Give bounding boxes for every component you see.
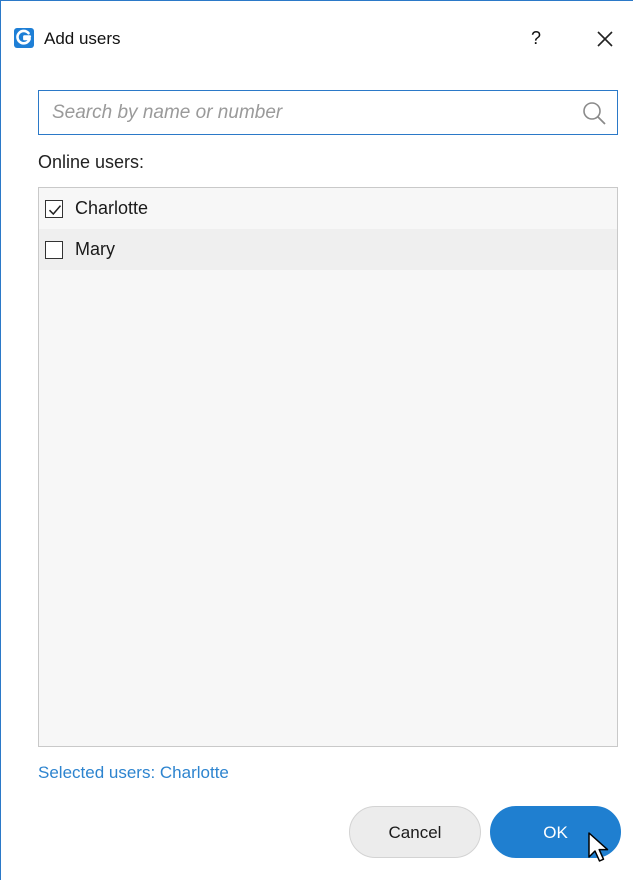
- search-icon[interactable]: [581, 100, 607, 126]
- close-icon: [597, 31, 613, 47]
- selected-users-prefix: Selected users:: [38, 763, 160, 782]
- online-users-list[interactable]: Charlotte Mary: [38, 187, 618, 747]
- checkbox-charlotte[interactable]: [45, 200, 63, 218]
- list-item-charlotte[interactable]: Charlotte: [39, 188, 617, 229]
- app-logo-icon: [14, 28, 34, 48]
- checkbox-mary[interactable]: [45, 241, 63, 259]
- add-users-dialog: Add users ? Online users: Charlotte: [0, 0, 633, 880]
- list-item-label: Charlotte: [75, 198, 149, 218]
- checkmark-icon: [48, 205, 62, 216]
- online-users-heading: Online users:: [38, 152, 145, 172]
- list-item-mary[interactable]: Mary: [39, 229, 617, 270]
- search-input[interactable]: [39, 91, 569, 134]
- help-button[interactable]: ?: [524, 23, 548, 53]
- selected-users-summary: Selected users: Charlotte: [38, 763, 229, 783]
- dialog-title: Add users: [44, 29, 121, 48]
- ok-button[interactable]: OK: [490, 806, 621, 858]
- list-item-label: Mary: [75, 239, 115, 259]
- selected-users-names: Charlotte: [159, 763, 229, 782]
- cancel-button[interactable]: Cancel: [349, 806, 481, 858]
- title-bar[interactable]: Add users ?: [1, 1, 633, 71]
- close-button[interactable]: [591, 25, 619, 53]
- search-field[interactable]: [38, 90, 618, 135]
